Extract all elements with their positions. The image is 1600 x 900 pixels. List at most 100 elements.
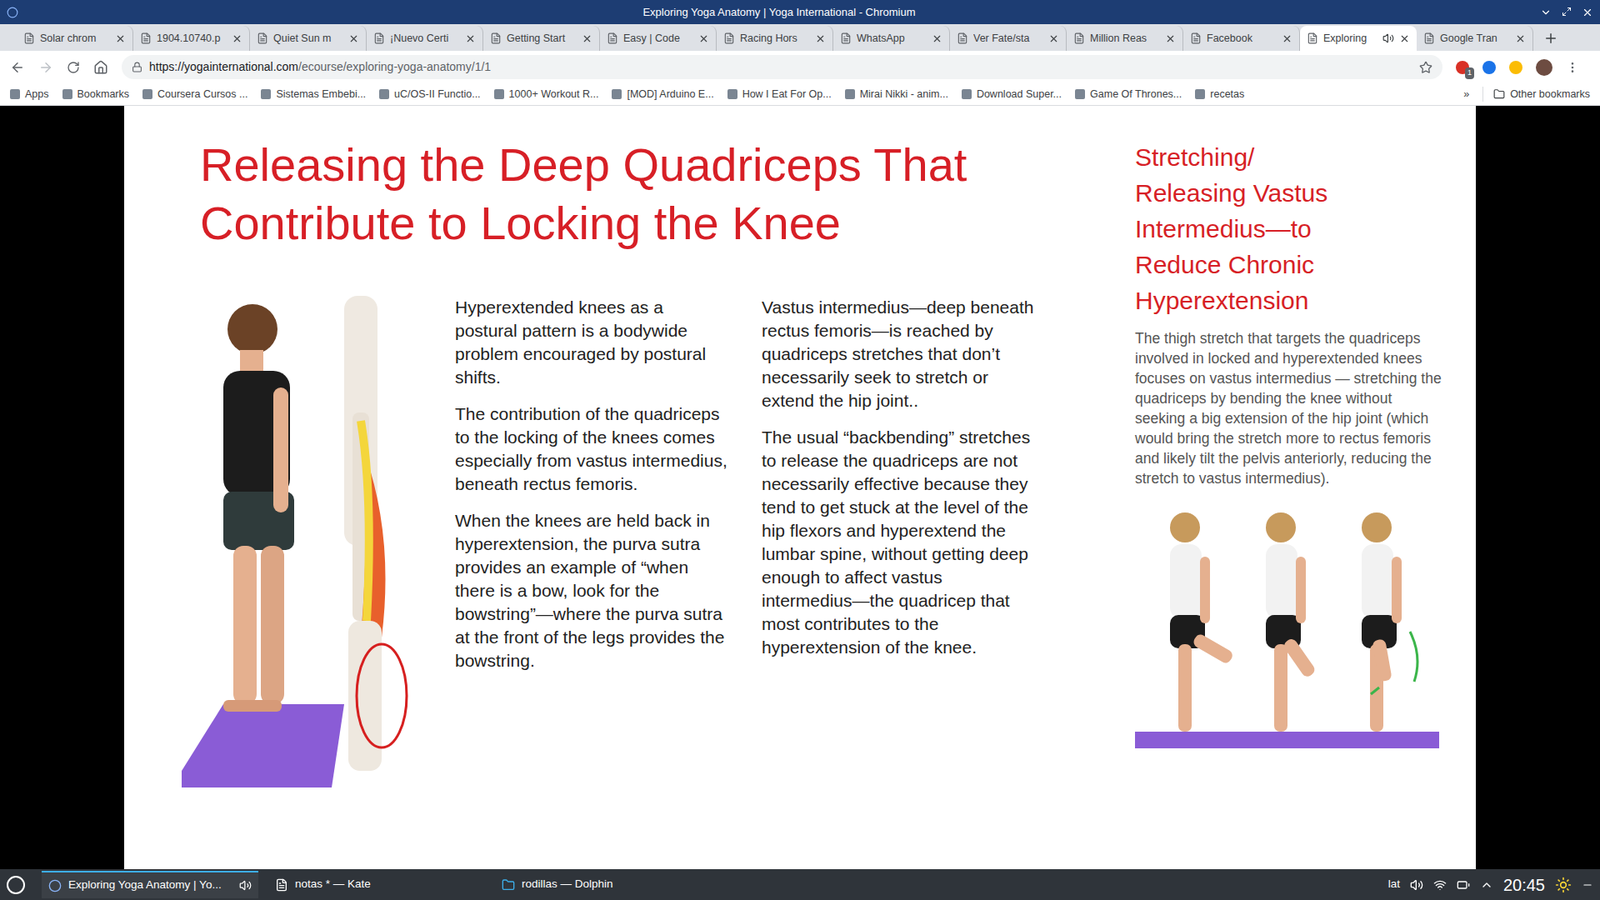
bookmark-icon bbox=[1195, 89, 1205, 100]
bookmark-item[interactable]: recetas bbox=[1195, 86, 1245, 103]
new-tab-icon bbox=[1543, 30, 1559, 46]
weather-icon bbox=[1555, 876, 1572, 894]
browser-tab[interactable]: Racing Hors bbox=[716, 25, 834, 51]
profile-avatar[interactable] bbox=[1535, 59, 1553, 76]
browser-tab[interactable]: 1904.10740.p bbox=[133, 25, 250, 51]
favicon-icon bbox=[1073, 32, 1085, 45]
bookmark-item[interactable]: Game Of Thrones... bbox=[1075, 86, 1182, 103]
tab-strip: Solar chrom1904.10740.pQuiet Sun m¡Nuevo… bbox=[0, 24, 1600, 51]
browser-tab[interactable]: Quiet Sun m bbox=[250, 25, 367, 51]
extension-icon[interactable] bbox=[1482, 60, 1496, 75]
slide-main: Releasing the Deep Quadriceps That Contr… bbox=[124, 105, 1135, 870]
browser-tab[interactable]: Million Reas bbox=[1066, 25, 1184, 51]
paragraph: The contribution of the quadriceps to th… bbox=[455, 402, 730, 496]
menu-icon bbox=[1565, 60, 1580, 75]
audio-icon bbox=[239, 879, 252, 892]
close-tab-icon bbox=[698, 33, 710, 45]
clock[interactable]: 20:45 bbox=[1503, 872, 1545, 898]
favicon-icon bbox=[1306, 32, 1319, 45]
close-tab-icon bbox=[231, 33, 243, 45]
favicon-icon bbox=[256, 32, 269, 45]
bookmark-icon bbox=[961, 89, 972, 100]
folder-icon bbox=[1493, 88, 1505, 100]
close-tab-icon bbox=[348, 33, 360, 45]
bookmark-item[interactable]: Coursera Cursos ... bbox=[142, 86, 248, 103]
bookmarks-overflow[interactable]: » bbox=[1463, 86, 1470, 103]
network-icon bbox=[1433, 878, 1447, 892]
bookmark-item[interactable]: How I Eat For Op... bbox=[727, 86, 832, 103]
paragraph: When the knees are held back in hyperext… bbox=[455, 509, 730, 673]
bookmarks-bar: Apps Bookmarks Coursera Cursos ... Sistemas… bbox=[0, 83, 1600, 106]
close-tab-icon bbox=[815, 33, 826, 45]
taskbar: Exploring Yoga Anatomy | Yo... notas * — … bbox=[0, 869, 1600, 900]
omnibox[interactable]: https://yogainternational.com/ecourse/ex… bbox=[121, 55, 1443, 80]
extension-icon[interactable] bbox=[1509, 60, 1523, 75]
favicon-icon bbox=[606, 32, 619, 45]
task-button[interactable]: notas * — Kate bbox=[268, 870, 485, 899]
bookmark-star-icon bbox=[1419, 60, 1433, 75]
bookmark-icon bbox=[379, 89, 390, 100]
browser-tab[interactable]: Facebook bbox=[1183, 25, 1300, 51]
browser-tab[interactable]: Ver Fate/sta bbox=[950, 25, 1067, 51]
page-content: Releasing the Deep Quadriceps That Contr… bbox=[0, 105, 1600, 870]
sidebar-text: The thigh stretch that targets the quadr… bbox=[1135, 328, 1444, 489]
paragraph: Hyperextended knees as a postural patter… bbox=[455, 295, 730, 390]
browser-tab[interactable]: ¡Nuevo Certi bbox=[366, 25, 484, 51]
browser-tab[interactable]: Google Tran bbox=[1416, 25, 1534, 51]
home-icon bbox=[93, 60, 109, 75]
extension-badge: 1 bbox=[1465, 67, 1475, 80]
paragraph: The usual “backbending” stretches to rel… bbox=[761, 425, 1037, 660]
task-button[interactable]: rodillas — Dolphin bbox=[495, 870, 712, 899]
maximize-icon bbox=[1561, 6, 1572, 17]
favicon-icon bbox=[23, 32, 35, 45]
bookmark-icon bbox=[494, 89, 505, 100]
browser-tab[interactable]: WhatsApp bbox=[833, 25, 950, 51]
volume-icon bbox=[1410, 878, 1424, 892]
bookmark-item[interactable]: Download Super... bbox=[961, 86, 1062, 103]
close-tab-icon bbox=[115, 33, 126, 45]
close-tab-icon bbox=[931, 33, 943, 45]
browser-tab[interactable]: Solar chrom bbox=[16, 25, 134, 51]
bookmark-item[interactable]: Mirai Nikki - anim... bbox=[845, 86, 949, 103]
favicon-icon bbox=[956, 32, 969, 45]
bookmark-icon bbox=[62, 89, 73, 100]
slide-title: Releasing the Deep Quadriceps That Contr… bbox=[200, 135, 1125, 253]
kate-icon bbox=[275, 878, 289, 892]
bookmark-item[interactable]: Apps bbox=[10, 86, 50, 103]
bookmark-icon bbox=[611, 89, 622, 100]
favicon-icon bbox=[1423, 32, 1435, 45]
task-button[interactable]: Exploring Yoga Anatomy | Yo... bbox=[41, 870, 259, 899]
bookmark-icon bbox=[845, 89, 855, 100]
bookmark-item[interactable]: uC/OS-II Functio... bbox=[379, 86, 481, 103]
standing-figure-illustration bbox=[173, 287, 424, 788]
bookmark-item[interactable]: Sistemas Embebi... bbox=[260, 86, 366, 103]
bookmark-icon bbox=[727, 89, 738, 100]
bookmark-icon bbox=[10, 89, 20, 100]
app-launcher-icon bbox=[6, 875, 25, 895]
close-tab-icon bbox=[1048, 33, 1060, 45]
favicon-icon bbox=[373, 32, 385, 45]
bookmark-item[interactable]: [MOD] Arduino E... bbox=[611, 86, 714, 103]
chromium-icon bbox=[6, 6, 19, 19]
minimize-icon bbox=[1540, 6, 1552, 19]
paragraph: Vastus intermedius—deep beneath rectus f… bbox=[761, 295, 1037, 413]
bookmark-icon bbox=[142, 89, 153, 100]
close-tab-icon bbox=[581, 33, 593, 45]
favicon-icon bbox=[490, 32, 502, 45]
close-tab-icon bbox=[1515, 33, 1526, 45]
tray-expand-icon bbox=[1480, 878, 1494, 892]
browser-tab[interactable]: Easy | Code bbox=[600, 25, 717, 51]
text-column: Vastus intermedius—deep beneath rectus f… bbox=[761, 295, 1037, 788]
slide: Releasing the Deep Quadriceps That Contr… bbox=[124, 105, 1476, 870]
close-tab-icon bbox=[1165, 33, 1176, 45]
browser-tab[interactable]: Getting Start bbox=[483, 25, 600, 51]
browser-tab[interactable]: Exploring bbox=[1300, 25, 1417, 51]
keyboard-layout[interactable]: lat bbox=[1388, 875, 1400, 893]
slide-sidebar: Stretching/ Releasing Vastus Intermedius… bbox=[1135, 105, 1444, 870]
back-icon bbox=[10, 60, 25, 75]
bookmark-item[interactable]: 1000+ Workout R... bbox=[494, 86, 600, 103]
other-bookmarks[interactable]: Other bookmarks bbox=[1482, 86, 1590, 103]
chromium-icon bbox=[48, 879, 62, 893]
bookmark-item[interactable]: Bookmarks bbox=[62, 86, 130, 103]
text-column: Hyperextended knees as a postural patter… bbox=[455, 295, 730, 788]
